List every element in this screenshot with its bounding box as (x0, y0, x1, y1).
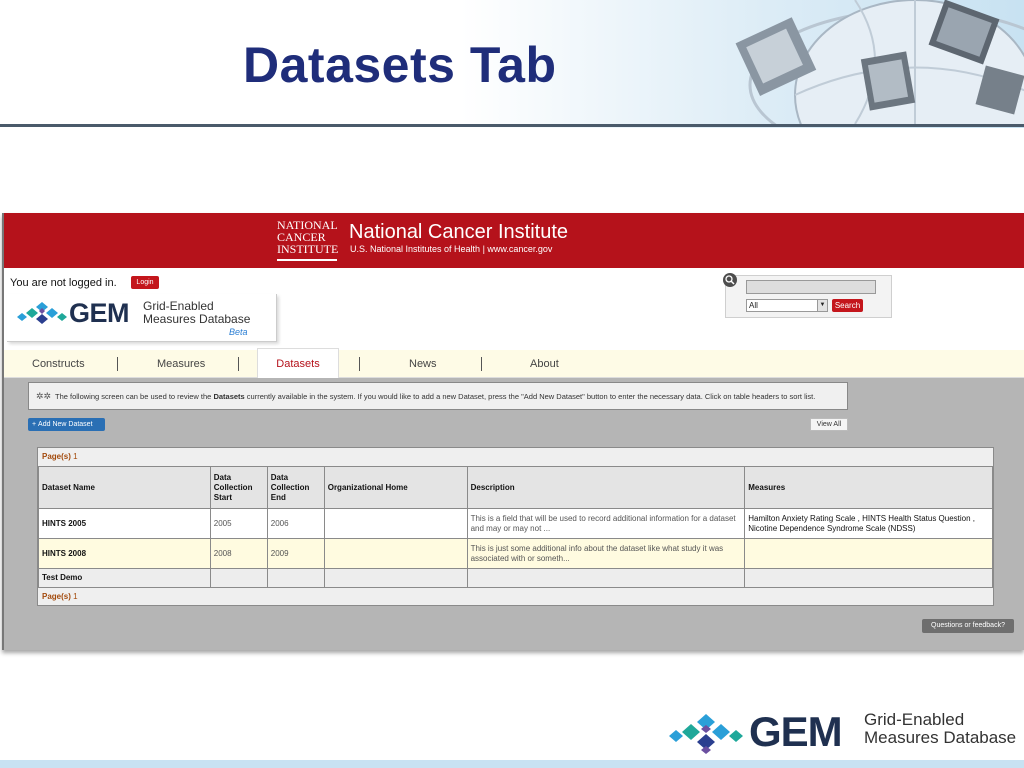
app-header: You are not logged in. Login GEM Grid-En… (4, 268, 1024, 350)
table-row[interactable]: HINTS 2005 2005 2006 This is a field tha… (38, 508, 993, 539)
app-screenshot: NATIONAL CANCER INSTITUTE National Cance… (2, 213, 1024, 650)
tab-separator (481, 357, 482, 371)
tab-datasets[interactable]: Datasets (257, 348, 339, 378)
feedback-button[interactable]: Questions or feedback? (922, 619, 1014, 633)
nci-banner: NATIONAL CANCER INSTITUTE National Cance… (4, 213, 1024, 268)
tab-separator (359, 357, 360, 371)
cell-org (323, 568, 468, 588)
cell-description: This is just some additional info about … (466, 538, 746, 569)
view-all-button[interactable]: View All (810, 418, 848, 431)
datasets-table: Dataset Name Data Collection Start Data … (38, 466, 993, 588)
login-status: You are not logged in. (10, 277, 117, 289)
nci-subtitle: U.S. National Institutes of Health | www… (350, 244, 553, 254)
cell-description: This is a field that will be used to rec… (466, 508, 746, 539)
slide-title: Datasets Tab (243, 37, 557, 93)
footer-band (0, 760, 1024, 768)
footer-gem-tagline-line2: Measures Database (864, 728, 1017, 747)
cell-start (209, 568, 268, 588)
gem-diamond-icon (669, 714, 743, 754)
tab-constructs[interactable]: Constructs (32, 350, 85, 378)
tab-measures[interactable]: Measures (157, 350, 205, 378)
search-panel: All ▼ Search (723, 273, 892, 318)
add-new-dataset-button[interactable]: + Add New Dataset (28, 418, 105, 431)
tab-about[interactable]: About (530, 350, 559, 378)
tab-separator (117, 357, 118, 371)
table-row[interactable]: HINTS 2008 2008 2009 This is just some a… (38, 538, 993, 569)
globe-graphic-icon (735, 0, 1024, 124)
footer-gem-tagline-line1: Grid-Enabled (864, 710, 965, 729)
nci-logo: NATIONAL CANCER INSTITUTE (277, 219, 338, 261)
slide-header-divider (0, 124, 1024, 127)
gem-tagline-line1: Grid-Enabled (143, 299, 214, 313)
tab-news[interactable]: News (409, 350, 437, 378)
cell-dataset-name[interactable]: Test Demo (38, 568, 211, 588)
footer-gem-wordmark: GEM (749, 708, 843, 755)
main-nav: Constructs Measures Datasets News About (4, 348, 1024, 378)
cell-description (466, 568, 746, 588)
column-header-collection-end[interactable]: Data Collection End (266, 466, 325, 509)
cell-start: 2008 (209, 538, 268, 569)
login-button[interactable]: Login (131, 276, 159, 289)
cell-end: 2006 (266, 508, 325, 539)
cell-end: 2009 (266, 538, 325, 569)
column-header-org-home[interactable]: Organizational Home (323, 466, 468, 509)
search-input[interactable] (746, 280, 876, 294)
gem-logo[interactable]: GEM Grid-Enabled Measures Database Beta (7, 294, 277, 342)
column-header-measures[interactable]: Measures (744, 466, 993, 509)
tab-separator (238, 357, 239, 371)
info-icon: ✲✲ (36, 391, 52, 401)
beta-badge: Beta (229, 327, 248, 337)
pager-bottom: Page(s) 1 (42, 592, 78, 601)
cell-dataset-name[interactable]: HINTS 2005 (38, 508, 211, 539)
gem-diamond-icon (17, 302, 67, 324)
datasets-grid: Page(s) 1 Dataset Name Data Collection S… (37, 447, 994, 606)
pager-top: Page(s) 1 (42, 452, 78, 461)
table-row[interactable]: Test Demo (38, 568, 993, 588)
footer-gem-logo: GEM Grid-Enabled Measures Database (667, 708, 1022, 758)
cell-measures (744, 568, 993, 588)
cell-measures: Hamilton Anxiety Rating Scale , HINTS He… (744, 508, 993, 539)
search-icon (723, 273, 737, 287)
table-header-row: Dataset Name Data Collection Start Data … (38, 466, 993, 509)
gem-tagline-line2: Measures Database (143, 312, 251, 326)
chevron-down-icon: ▼ (817, 300, 827, 311)
page-link[interactable]: 1 (73, 452, 77, 461)
cell-org (323, 538, 468, 569)
cell-org (323, 508, 468, 539)
column-header-collection-start[interactable]: Data Collection Start (209, 466, 268, 509)
page-link[interactable]: 1 (73, 592, 77, 601)
column-header-description[interactable]: Description (466, 466, 746, 509)
cell-dataset-name[interactable]: HINTS 2008 (38, 538, 211, 569)
gem-wordmark: GEM (69, 298, 130, 328)
search-scope-select[interactable]: All ▼ (746, 299, 828, 312)
info-message: ✲✲ The following screen can be used to r… (28, 382, 848, 410)
cell-start: 2005 (209, 508, 268, 539)
cell-end (266, 568, 325, 588)
column-header-dataset-name[interactable]: Dataset Name (38, 466, 211, 509)
cell-measures (744, 538, 993, 569)
search-button[interactable]: Search (832, 299, 863, 312)
nci-title: National Cancer Institute (349, 221, 569, 243)
plus-icon: + (32, 421, 37, 428)
